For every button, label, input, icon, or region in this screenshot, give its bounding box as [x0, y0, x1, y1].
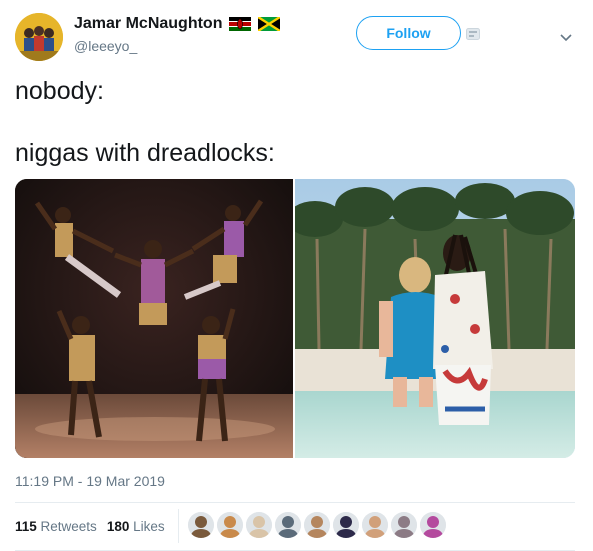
liker-avatar[interactable] — [420, 512, 446, 538]
liker-avatar[interactable] — [304, 512, 330, 538]
beach-couple-photo[interactable] — [295, 179, 575, 458]
tweet-timestamp[interactable]: 11:19 PM - 19 Mar 2019 — [15, 473, 165, 489]
liker-avatar[interactable] — [246, 512, 272, 538]
follow-button[interactable]: Follow — [356, 16, 461, 50]
liker-avatar[interactable] — [333, 512, 359, 538]
author-display-name[interactable]: Jamar McNaughton — [74, 15, 222, 33]
tweet-line-1: nobody: — [15, 77, 104, 105]
likes-label: Likes — [129, 518, 165, 534]
author-name-row[interactable]: Jamar McNaughton — [74, 15, 281, 33]
author-avatar[interactable] — [15, 13, 63, 61]
author-handle[interactable]: @leeeyo_ — [74, 38, 137, 54]
jamaica-flag-icon — [258, 17, 281, 31]
likes-count: 180 — [106, 518, 130, 534]
acrobats-photo[interactable] — [15, 179, 293, 458]
tweet-media[interactable] — [15, 179, 575, 458]
liker-avatar[interactable] — [362, 512, 388, 538]
verified-badge-icon — [466, 27, 480, 40]
liker-avatar[interactable] — [188, 512, 214, 538]
kenya-flag-icon — [229, 17, 252, 31]
liker-avatar[interactable] — [217, 512, 243, 538]
tweet-header: Jamar McNaughton @leeeyo_ Follow — [0, 0, 593, 66]
likers-avatars — [188, 512, 449, 538]
retweets-label: Retweets — [36, 518, 97, 534]
stats-separator — [178, 509, 179, 543]
divider-top — [15, 502, 575, 503]
likes-stat[interactable]: 180 Likes — [107, 519, 165, 534]
tweet-line-2: niggas with dreadlocks: — [15, 139, 275, 167]
liker-avatar[interactable] — [391, 512, 417, 538]
liker-avatar[interactable] — [275, 512, 301, 538]
tweet-text: nobody: niggas with dreadlocks: — [15, 76, 575, 169]
retweets-stat[interactable]: 115 Retweets — [15, 519, 97, 534]
chevron-down-icon[interactable] — [559, 30, 573, 42]
retweets-count: 115 — [15, 518, 37, 534]
tweet-stats: 115 Retweets 180 Likes — [15, 511, 175, 541]
